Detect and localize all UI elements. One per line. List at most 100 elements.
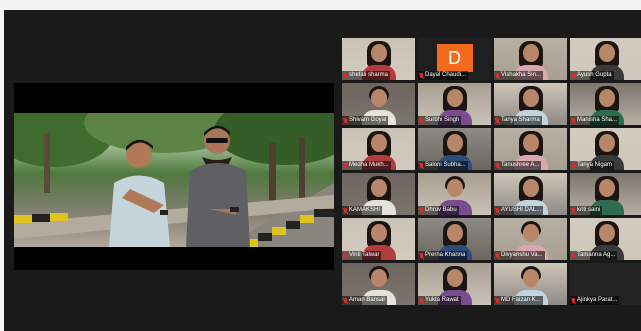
participant-name: KAMAKSHI bbox=[342, 206, 383, 215]
participant-face bbox=[598, 89, 615, 107]
participant-face bbox=[370, 179, 387, 197]
participant-face bbox=[522, 269, 539, 287]
participant-tile[interactable]: Tamanna Ag... bbox=[570, 218, 641, 260]
participant-name: Manisha Sha... bbox=[570, 116, 620, 125]
participant-tile[interactable]: Ayush Gupta bbox=[570, 38, 641, 80]
participant-face bbox=[598, 44, 615, 62]
participant-tile[interactable]: Ajinkya Parat... bbox=[570, 263, 641, 305]
participant-face bbox=[522, 179, 539, 197]
participant-tile[interactable]: Prerna Khanna bbox=[418, 218, 491, 260]
participant-tile[interactable]: Medha Mukh... bbox=[342, 128, 415, 170]
participant-tile[interactable]: D Dayal Chaudi... bbox=[418, 38, 491, 80]
participant-tile[interactable]: KAMAKSHI bbox=[342, 173, 415, 215]
participant-name: kriti saini bbox=[570, 206, 603, 215]
muted-mic-icon bbox=[496, 73, 499, 78]
muted-mic-icon bbox=[344, 208, 347, 213]
muted-mic-icon bbox=[572, 118, 575, 123]
participant-name: Ayush Gupta bbox=[570, 71, 614, 80]
participant-face bbox=[522, 224, 539, 242]
participant-tile[interactable]: kriti saini bbox=[570, 173, 641, 215]
participant-tile[interactable]: Saloni Subha... bbox=[418, 128, 491, 170]
muted-mic-icon bbox=[344, 118, 347, 123]
muted-mic-icon bbox=[420, 208, 423, 213]
participant-name: Dhruv Babu bbox=[418, 206, 459, 215]
participant-name: Divyanshu Va... bbox=[494, 251, 545, 260]
participant-face bbox=[598, 134, 615, 152]
participants-gallery: shefali sharma D Dayal Chaudi... Vishakha S… bbox=[342, 38, 641, 308]
muted-mic-icon bbox=[344, 163, 347, 168]
participant-tile[interactable]: Dhruv Babu bbox=[418, 173, 491, 215]
participant-tile[interactable]: AYUSHI DAL... bbox=[494, 173, 567, 215]
participant-face bbox=[370, 269, 387, 287]
participant-name: Tanya Sharma bbox=[494, 116, 542, 125]
participant-name: Tamanna Ag... bbox=[570, 251, 618, 260]
participant-face bbox=[370, 224, 387, 242]
participant-avatar: D bbox=[436, 44, 473, 72]
participant-tile[interactable]: Vishakha Sin... bbox=[494, 38, 567, 80]
muted-mic-icon bbox=[420, 73, 423, 78]
muted-mic-icon bbox=[420, 298, 423, 303]
participant-tile[interactable]: Manisha Sha... bbox=[570, 83, 641, 125]
participant-tile[interactable]: Tanya Nigam bbox=[570, 128, 641, 170]
participant-face bbox=[598, 224, 615, 242]
participant-name: Saloni Subha... bbox=[418, 161, 468, 170]
participant-name: Medha Mukh... bbox=[342, 161, 391, 170]
participant-name: AYUSHI DAL... bbox=[494, 206, 544, 215]
participant-name: Vishakha Sin... bbox=[494, 71, 543, 80]
participant-name: Vinti Talwar bbox=[342, 251, 382, 260]
participant-face bbox=[370, 89, 387, 107]
muted-mic-icon bbox=[572, 253, 575, 258]
participant-name: Aman Bansal bbox=[342, 296, 387, 305]
muted-mic-icon bbox=[572, 163, 575, 168]
participant-name: Ajinkya Parat... bbox=[570, 296, 620, 305]
muted-mic-icon bbox=[496, 208, 499, 213]
participant-tile[interactable]: Shivam Goyal bbox=[342, 83, 415, 125]
participant-name: Tanushree A... bbox=[494, 161, 542, 170]
participant-face bbox=[598, 179, 615, 197]
participant-face bbox=[370, 134, 387, 152]
participant-name: Prerna Khanna bbox=[418, 251, 468, 260]
participant-tile[interactable]: Tanushree A... bbox=[494, 128, 567, 170]
muted-mic-icon bbox=[344, 253, 347, 258]
participant-name: Tanya Nigam bbox=[570, 161, 615, 170]
participant-tile[interactable]: Aman Bansal bbox=[342, 263, 415, 305]
participant-tile[interactable]: Tanya Sharma bbox=[494, 83, 567, 125]
muted-mic-icon bbox=[420, 253, 423, 258]
muted-mic-icon bbox=[420, 118, 423, 123]
participant-face bbox=[446, 179, 463, 197]
participant-face bbox=[370, 44, 387, 62]
participant-name: Surbhi Singh bbox=[418, 116, 462, 125]
participant-tile[interactable]: Surbhi Singh bbox=[418, 83, 491, 125]
participant-face bbox=[522, 44, 539, 62]
shared-screen-video[interactable] bbox=[14, 113, 334, 247]
participant-face bbox=[522, 134, 539, 152]
participant-name: Shivam Goyal bbox=[342, 116, 389, 125]
muted-mic-icon bbox=[420, 163, 423, 168]
participant-tile[interactable]: shefali sharma bbox=[342, 38, 415, 80]
muted-mic-icon bbox=[344, 298, 347, 303]
muted-mic-icon bbox=[496, 163, 499, 168]
participant-face bbox=[446, 269, 463, 287]
participant-tile[interactable]: MD Faizan K... bbox=[494, 263, 567, 305]
participant-tile[interactable]: Yukta Rawat bbox=[418, 263, 491, 305]
shared-video-scene bbox=[14, 113, 334, 247]
participant-tile[interactable]: Divyanshu Va... bbox=[494, 218, 567, 260]
participant-face bbox=[446, 224, 463, 242]
muted-mic-icon bbox=[496, 118, 499, 123]
participant-face bbox=[446, 89, 463, 107]
participant-name: Dayal Chaudi... bbox=[418, 71, 469, 80]
meeting-window: shefali sharma D Dayal Chaudi... Vishakha S… bbox=[4, 10, 641, 331]
participant-face bbox=[522, 89, 539, 107]
participant-face bbox=[446, 134, 463, 152]
muted-mic-icon bbox=[496, 253, 499, 258]
muted-mic-icon bbox=[572, 298, 575, 303]
participant-name: shefali sharma bbox=[342, 71, 391, 80]
participant-name: MD Faizan K... bbox=[494, 296, 543, 305]
participant-tile[interactable]: Vinti Talwar bbox=[342, 218, 415, 260]
muted-mic-icon bbox=[496, 298, 499, 303]
participant-name: Yukta Rawat bbox=[418, 296, 461, 305]
shared-screen-area bbox=[14, 83, 334, 270]
muted-mic-icon bbox=[572, 208, 575, 213]
muted-mic-icon bbox=[344, 73, 347, 78]
muted-mic-icon bbox=[572, 73, 575, 78]
